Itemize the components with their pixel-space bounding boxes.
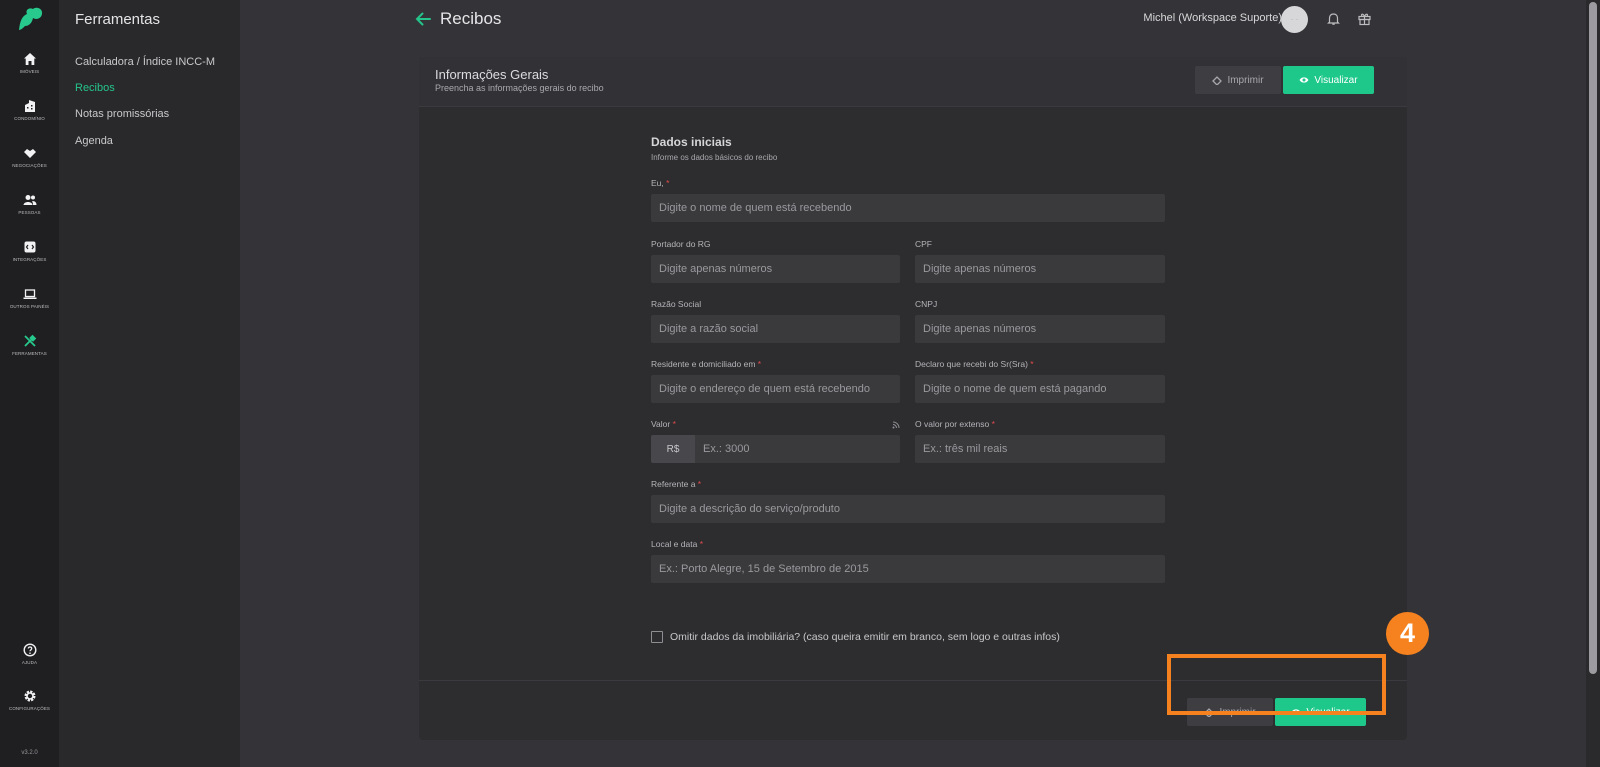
page-title: Recibos xyxy=(440,9,502,28)
omit-data-checkbox[interactable] xyxy=(651,631,663,643)
field-declaro: Declaro que recebi do Sr(Sra) * Digite o… xyxy=(915,359,1165,403)
gear-icon xyxy=(24,690,35,702)
field-referente: Referente a * Digite a descrição do serv… xyxy=(651,479,1165,523)
handshake-icon xyxy=(23,149,36,158)
version-label: v3.2.0 xyxy=(21,750,38,756)
building-icon xyxy=(24,100,35,112)
field-cnpj: CNPJ Digite apenas números xyxy=(915,299,1165,343)
cpf-input[interactable]: Digite apenas números xyxy=(915,255,1165,283)
sidebar-item-recibos[interactable]: Recibos xyxy=(75,82,115,94)
sidebar-title: Ferramentas xyxy=(75,11,161,28)
field-eu: Eu, * Digite o nome de quem está receben… xyxy=(651,178,1165,222)
card-subtitle: Preencha as informações gerais do recibo xyxy=(435,83,604,93)
razao-social-input[interactable]: Digite a razão social xyxy=(651,315,900,343)
receipt-form: Dados iniciais Informe os dados básicos … xyxy=(651,135,1177,643)
field-local-data: Local e data * Ex.: Porto Alegre, 15 de … xyxy=(651,539,1165,583)
logo-icon[interactable] xyxy=(16,6,44,32)
rail-item-imoveis[interactable]: Imóveis xyxy=(0,52,59,74)
help-icon xyxy=(22,643,37,657)
rg-input[interactable]: Digite apenas números xyxy=(651,255,900,283)
card-title: Informações Gerais xyxy=(435,67,549,82)
rail-item-integracoes[interactable]: Integrações xyxy=(0,240,59,262)
people-icon xyxy=(23,195,36,205)
eu-input[interactable]: Digite o nome de quem está recebendo xyxy=(651,194,1165,222)
rail-item-negociacoes[interactable]: Negociações xyxy=(0,146,59,168)
bell-icon[interactable] xyxy=(1326,11,1341,26)
icon-rail: Imóveis Condomínio Negociações Pessoas I… xyxy=(0,0,59,767)
cnpj-input[interactable]: Digite apenas números xyxy=(915,315,1165,343)
rail-item-ajuda[interactable]: Ajuda xyxy=(0,643,59,665)
laptop-icon xyxy=(23,289,36,299)
rail-item-outros-paineis[interactable]: Outros Painéis xyxy=(0,287,59,309)
avatar[interactable]: · · xyxy=(1281,6,1308,33)
rail-item-configuracoes[interactable]: Configurações xyxy=(0,689,59,711)
field-cpf: CPF Digite apenas números xyxy=(915,239,1165,283)
field-residente: Residente e domiciliado em * Digite o en… xyxy=(651,359,900,403)
rail-item-condominio[interactable]: Condomínio xyxy=(0,99,59,121)
section-subtitle: Informe os dados básicos do recibo xyxy=(651,153,778,162)
residente-input[interactable]: Digite o endereço de quem está recebendo xyxy=(651,375,900,403)
print-icon xyxy=(1212,76,1223,85)
omit-data-row[interactable]: Omitir dados da imobiliária? (caso queir… xyxy=(651,631,1060,643)
tools-sidebar: Ferramentas Calculadora / Índice INCC-M … xyxy=(59,0,240,767)
sidebar-item-calculadora[interactable]: Calculadora / Índice INCC-M xyxy=(75,56,215,68)
sidebar-item-agenda[interactable]: Agenda xyxy=(75,135,113,147)
local-data-input[interactable]: Ex.: Porto Alegre, 15 de Setembro de 201… xyxy=(651,555,1165,583)
currency-prefix: R$ xyxy=(651,435,695,463)
step-highlight-box xyxy=(1167,654,1386,715)
field-razao-social: Razão Social Digite a razão social xyxy=(651,299,900,343)
user-name[interactable]: Michel (Workspace Suporte) xyxy=(1143,12,1282,24)
sidebar-item-notas-promissorias[interactable]: Notas promissórias xyxy=(75,108,169,120)
extenso-input[interactable]: Ex.: três mil reais xyxy=(915,435,1165,463)
field-rg: Portador do RG Digite apenas números xyxy=(651,239,900,283)
declaro-input[interactable]: Digite o nome de quem está pagando xyxy=(915,375,1165,403)
eye-icon xyxy=(1299,77,1309,83)
general-info-card: Informações Gerais Preencha as informaçõ… xyxy=(419,57,1407,740)
section-title: Dados iniciais xyxy=(651,135,732,149)
omit-data-label: Omitir dados da imobiliária? (caso queir… xyxy=(670,631,1060,643)
print-button-top[interactable]: Imprimir xyxy=(1195,66,1281,94)
rail-item-ferramentas[interactable]: Ferramentas xyxy=(0,334,59,356)
scrollbar-thumb[interactable] xyxy=(1589,2,1597,674)
rail-item-pessoas[interactable]: Pessoas xyxy=(0,193,59,215)
view-button-top[interactable]: Visualizar xyxy=(1283,66,1374,94)
home-icon xyxy=(23,53,36,65)
gift-icon[interactable] xyxy=(1357,11,1372,26)
field-extenso: O valor por extenso * Ex.: três mil reai… xyxy=(915,419,1165,463)
tools-icon xyxy=(23,334,36,347)
integration-icon xyxy=(24,241,35,253)
valor-input[interactable]: R$ Ex.: 3000 xyxy=(651,435,900,463)
step-badge: 4 xyxy=(1386,612,1429,655)
referente-input[interactable]: Digite a descrição do serviço/produto xyxy=(651,495,1165,523)
rss-icon[interactable] xyxy=(892,421,900,429)
card-header: Informações Gerais Preencha as informaçõ… xyxy=(419,57,1407,107)
field-valor: Valor * R$ Ex.: 3000 xyxy=(651,419,900,463)
back-arrow-icon[interactable] xyxy=(414,10,432,28)
